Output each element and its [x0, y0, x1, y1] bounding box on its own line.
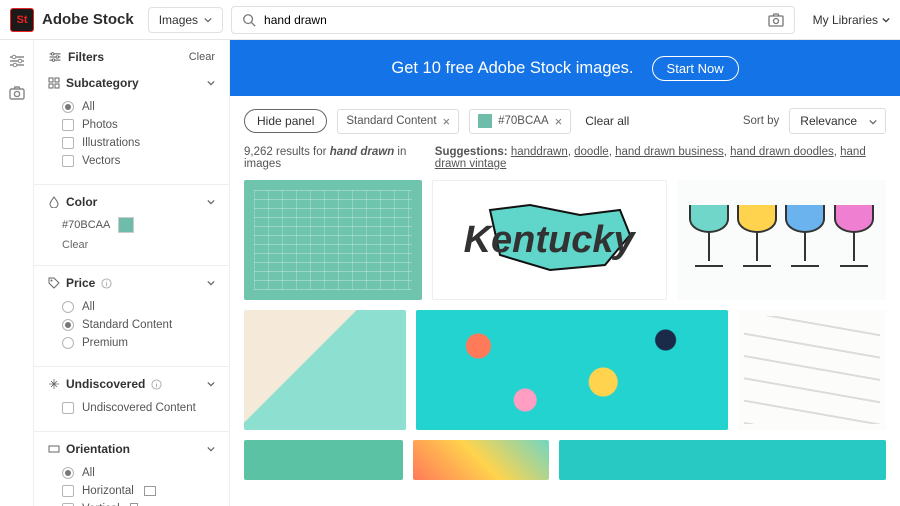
- chip-remove-icon[interactable]: ×: [555, 114, 563, 129]
- filter-price-head[interactable]: Price: [48, 276, 215, 290]
- chevron-down-icon: [207, 380, 215, 388]
- chip-color-swatch: [478, 114, 492, 128]
- orientation-horizontal[interactable]: Horizontal: [48, 482, 215, 500]
- chevron-down-icon: [207, 79, 215, 87]
- subcategory-illustrations[interactable]: Illustrations: [48, 134, 215, 152]
- subcategory-vectors[interactable]: Vectors: [48, 152, 215, 170]
- grid-icon: [48, 77, 60, 89]
- color-swatch: [118, 217, 134, 233]
- category-value: Images: [159, 13, 198, 27]
- hide-panel-button[interactable]: Hide panel: [244, 109, 327, 133]
- filter-orientation: Orientation All Horizontal Vertical Squa…: [48, 442, 215, 506]
- search-icon: [242, 13, 256, 27]
- header: St Adobe Stock Images My Libraries: [0, 0, 900, 40]
- chip-remove-icon[interactable]: ×: [443, 114, 451, 129]
- suggestion-link[interactable]: doodle: [574, 146, 609, 158]
- my-libraries-label: My Libraries: [813, 13, 878, 27]
- subcategory-all[interactable]: All: [48, 98, 215, 116]
- filters-title: Filters: [68, 50, 104, 64]
- orientation-icon: [48, 443, 60, 455]
- adobe-stock-logo[interactable]: St: [10, 8, 34, 32]
- thumbnail[interactable]: [738, 310, 886, 430]
- thumbnail[interactable]: Kentucky: [432, 180, 667, 300]
- thumbnail[interactable]: [413, 440, 549, 480]
- chevron-down-icon: [869, 118, 877, 126]
- chevron-down-icon: [204, 16, 212, 24]
- start-now-button[interactable]: Start Now: [652, 56, 739, 81]
- suggestion-link[interactable]: handdrawn: [511, 146, 568, 158]
- undiscovered-content[interactable]: Undiscovered Content: [48, 399, 215, 417]
- filters-header: Filters Clear: [48, 50, 215, 64]
- thumbnail[interactable]: [559, 440, 886, 480]
- filter-undiscovered: Undiscovered Undiscovered Content: [48, 377, 215, 417]
- filter-color: Color #70BCAA Clear: [48, 195, 215, 251]
- thumbnail[interactable]: [244, 310, 406, 430]
- filter-price: Price All Standard Content Premium: [48, 276, 215, 352]
- orientation-vertical[interactable]: Vertical: [48, 500, 215, 506]
- main: Filters Clear Subcategory All Photos Ill…: [0, 40, 900, 506]
- thumbnail[interactable]: [244, 180, 422, 300]
- color-clear[interactable]: Clear: [48, 239, 215, 251]
- promo-banner: Get 10 free Adobe Stock images. Start No…: [230, 40, 900, 96]
- suggestion-link[interactable]: hand drawn business: [615, 146, 724, 158]
- camera-icon[interactable]: [8, 84, 26, 102]
- sparkle-icon: [48, 378, 60, 390]
- filter-orientation-head[interactable]: Orientation: [48, 442, 215, 456]
- search-input[interactable]: [264, 13, 768, 27]
- tag-icon: [48, 277, 60, 289]
- filter-subcategory-head[interactable]: Subcategory: [48, 76, 215, 90]
- chevron-down-icon: [207, 198, 215, 206]
- filter-color-head[interactable]: Color: [48, 195, 215, 209]
- sort-select[interactable]: Relevance: [789, 108, 886, 134]
- search-bar: [231, 6, 795, 34]
- suggestions: Suggestions: handdrawn, doodle, hand dra…: [435, 146, 886, 170]
- filter-undiscovered-head[interactable]: Undiscovered: [48, 377, 215, 391]
- visual-search-icon[interactable]: [768, 12, 784, 28]
- price-premium[interactable]: Premium: [48, 334, 215, 352]
- left-rail: [0, 40, 34, 506]
- clear-all-button[interactable]: Clear all: [585, 114, 629, 128]
- subcategory-photos[interactable]: Photos: [48, 116, 215, 134]
- category-select[interactable]: Images: [148, 7, 223, 33]
- filters-clear[interactable]: Clear: [189, 51, 215, 63]
- my-libraries-menu[interactable]: My Libraries: [813, 13, 890, 27]
- thumbnail[interactable]: [244, 440, 403, 480]
- filters-sidebar: Filters Clear Subcategory All Photos Ill…: [34, 40, 230, 506]
- drop-icon: [48, 196, 60, 208]
- gallery: Kentucky: [230, 180, 900, 506]
- chip-color: #70BCAA ×: [469, 109, 571, 134]
- chevron-down-icon: [207, 279, 215, 287]
- suggestion-link[interactable]: hand drawn doodles: [730, 146, 834, 158]
- filter-subcategory: Subcategory All Photos Illustrations Vec…: [48, 76, 215, 170]
- orientation-all[interactable]: All: [48, 464, 215, 482]
- info-icon: [151, 379, 162, 390]
- thumbnail[interactable]: [677, 180, 886, 300]
- sliders-icon[interactable]: [8, 52, 26, 70]
- brand-name: Adobe Stock: [42, 11, 134, 28]
- chevron-down-icon: [207, 445, 215, 453]
- color-swatch-row[interactable]: #70BCAA: [48, 217, 215, 233]
- content: Get 10 free Adobe Stock images. Start No…: [230, 40, 900, 506]
- banner-text: Get 10 free Adobe Stock images.: [391, 59, 633, 78]
- chevron-down-icon: [882, 16, 890, 24]
- price-all[interactable]: All: [48, 298, 215, 316]
- info-icon: [101, 278, 112, 289]
- price-standard[interactable]: Standard Content: [48, 316, 215, 334]
- sort-label: Sort by: [743, 115, 779, 127]
- sliders-icon: [48, 50, 62, 64]
- results-toolbar: Hide panel Standard Content × #70BCAA × …: [230, 96, 900, 146]
- thumbnail[interactable]: [416, 310, 728, 430]
- results-count: 9,262 results for hand drawn in images: [244, 146, 425, 170]
- results-info: 9,262 results for hand drawn in images S…: [230, 146, 900, 180]
- chip-standard-content: Standard Content ×: [337, 109, 459, 134]
